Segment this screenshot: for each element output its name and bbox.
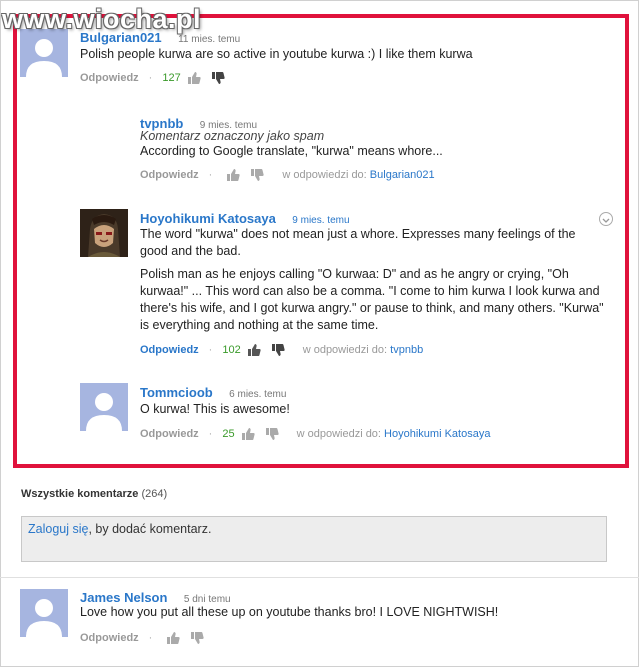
separator-dot: · <box>208 344 213 356</box>
in-reply-to: w odpowiedzi do: tvpnbb <box>303 344 423 356</box>
comment-actions: Odpowiedz · w odpowiedzi do: Bulgarian02… <box>140 168 435 182</box>
in-reply-link[interactable]: tvpnbb <box>390 344 423 356</box>
comment-time[interactable]: 11 mies. temu <box>178 34 240 45</box>
comment-input-box[interactable]: Zaloguj się, by dodać komentarz. <box>21 516 607 562</box>
separator-dot: · <box>148 632 153 644</box>
thumbs-down-icon[interactable] <box>211 71 225 85</box>
comment-text: The word "kurwa" does not mean just a wh… <box>140 227 576 258</box>
watermark-logo: www.wiocha.pl <box>2 4 202 34</box>
comment-actions: Odpowiedz · 102 w odpowiedzi do: tvpnbb <box>140 343 423 357</box>
thumbs-down-icon[interactable] <box>271 343 285 357</box>
comment-text: According to Google translate, "kurwa" m… <box>140 144 443 158</box>
all-comments-heading: Wszystkie komentarze (264) <box>21 488 167 500</box>
all-comments-label: Wszystkie komentarze <box>21 488 139 500</box>
thumbs-up-icon[interactable] <box>241 427 255 441</box>
thumbs-down-icon[interactable] <box>265 427 279 441</box>
reply-button[interactable]: Odpowiedz <box>140 169 199 181</box>
reply-button[interactable]: Odpowiedz <box>80 72 139 84</box>
thumbs-up-icon[interactable] <box>166 631 180 645</box>
login-suffix: , by dodać komentarz. <box>88 522 212 536</box>
comment-text: Love how you put all these up on youtube… <box>80 605 499 619</box>
comment-header: Tommcioob 6 mies. temu <box>140 384 286 402</box>
avatar[interactable] <box>20 29 68 77</box>
like-count: 25 <box>222 428 235 440</box>
thumbs-up-icon[interactable] <box>247 343 261 357</box>
divider <box>0 577 639 578</box>
comment-time[interactable]: 9 mies. temu <box>292 215 349 226</box>
all-comments-count: (264) <box>141 488 168 500</box>
in-reply-link[interactable]: Bulgarian021 <box>370 169 435 181</box>
reply-button[interactable]: Odpowiedz <box>140 428 199 440</box>
thumbs-up-icon[interactable] <box>226 168 240 182</box>
in-reply-prefix: w odpowiedzi do: <box>302 344 388 356</box>
separator-dot: · <box>148 72 153 84</box>
in-reply-link[interactable]: Hoyohikumi Katosaya <box>384 428 490 440</box>
thumbs-down-icon[interactable] <box>250 168 264 182</box>
comment-author[interactable]: Hoyohikumi Katosaya <box>140 211 276 226</box>
in-reply-to: w odpowiedzi do: Bulgarian021 <box>282 169 434 181</box>
comment-actions: Odpowiedz · 127 <box>80 71 235 85</box>
comment-actions: Odpowiedz · 25 w odpowiedzi do: Hoyohiku… <box>140 427 490 441</box>
thumbs-up-icon[interactable] <box>187 71 201 85</box>
like-count: 102 <box>222 344 241 356</box>
comment-text: Polish man as he enjoys calling "O kurwa… <box>140 267 604 332</box>
comment-actions: Odpowiedz · <box>80 631 214 645</box>
comment-text: O kurwa! This is awesome! <box>140 402 290 416</box>
reply-button[interactable]: Odpowiedz <box>140 344 199 356</box>
in-reply-prefix: w odpowiedzi do: <box>296 428 381 440</box>
spam-label: Komentarz oznaczony jako spam <box>140 129 325 143</box>
separator-dot: · <box>208 169 213 181</box>
comment-author[interactable]: James Nelson <box>80 590 167 605</box>
comment-time[interactable]: 6 mies. temu <box>229 389 286 400</box>
thumbs-down-icon[interactable] <box>190 631 204 645</box>
like-count: 127 <box>162 72 181 84</box>
avatar[interactable] <box>80 209 128 257</box>
login-link[interactable]: Zaloguj się <box>28 522 88 536</box>
comment-author[interactable]: Tommcioob <box>140 385 213 400</box>
separator-dot: · <box>208 428 213 440</box>
avatar[interactable] <box>80 383 128 431</box>
comment-text: Polish people kurwa are so active in you… <box>80 47 473 61</box>
in-reply-prefix: w odpowiedzi do: <box>282 169 367 181</box>
in-reply-to: w odpowiedzi do: Hoyohikumi Katosaya <box>297 428 491 440</box>
comment-menu-icon[interactable] <box>599 212 613 226</box>
avatar[interactable] <box>20 589 68 637</box>
reply-button[interactable]: Odpowiedz <box>80 632 139 644</box>
